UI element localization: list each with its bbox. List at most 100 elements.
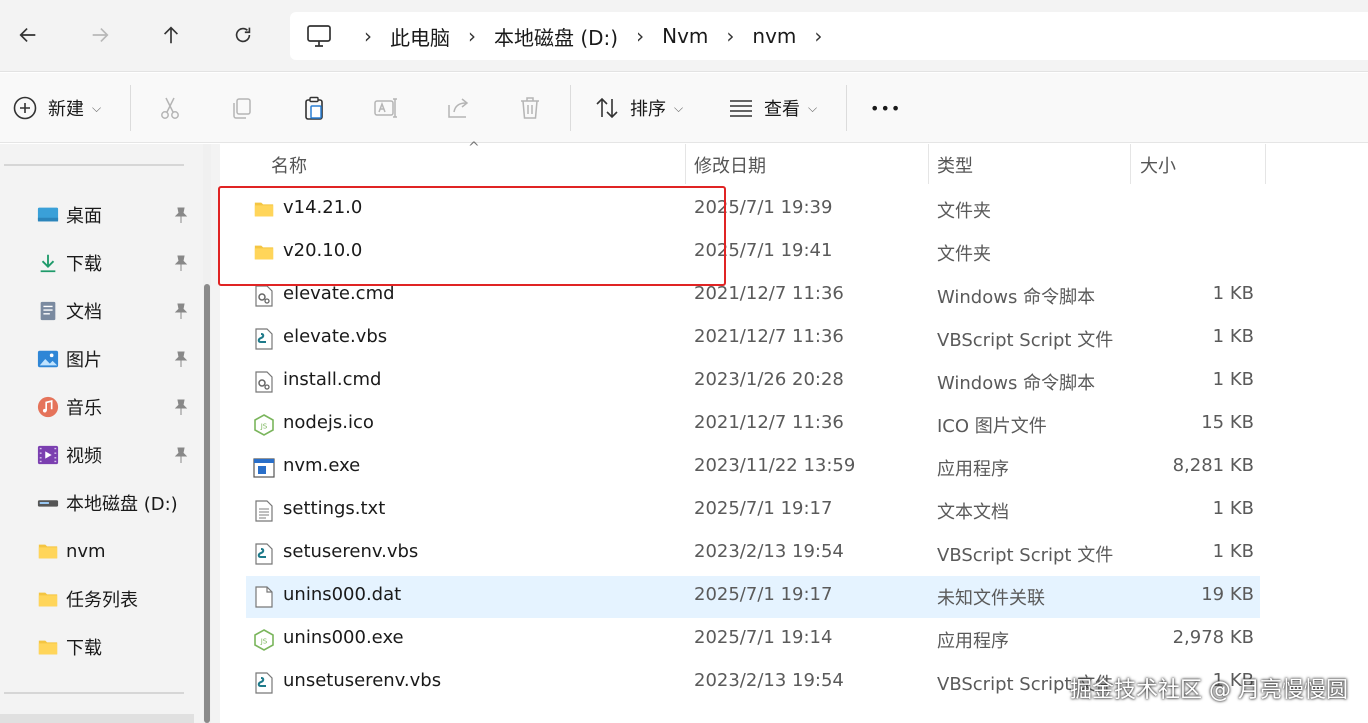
column-header-size[interactable]: 大小 [1140,152,1176,178]
blank-file-icon [252,585,276,609]
file-row[interactable]: elevate.vbs 2021/12/7 11:36 VBScript Scrip… [246,318,1260,360]
forward-button[interactable] [84,18,116,52]
column-divider[interactable] [685,144,686,184]
pin-icon[interactable] [172,446,190,464]
vbs-script-icon [252,671,276,695]
sidebar-item[interactable]: nvm [36,536,196,566]
scissors-icon [161,97,179,119]
sidebar-item-label: 任务列表 [66,590,138,611]
file-row[interactable]: setuserenv.vbs 2023/2/13 19:54 VBScript Sc… [246,533,1260,575]
file-type: ICO 图片文件 [937,416,1047,437]
file-type: Windows 命令脚本 [937,287,1096,308]
chevron-right-icon[interactable]: › [708,24,752,48]
delete-button[interactable] [517,91,543,125]
sort-button[interactable]: 排序 ⌵ [594,91,683,125]
sidebar-item[interactable]: 图片 [36,344,196,374]
copy-button[interactable] [229,91,255,125]
file-modified-date: 2023/2/13 19:54 [694,670,844,691]
chevron-right-icon[interactable]: › [346,24,390,48]
document-icon [36,300,60,322]
file-type: 文本文档 [937,502,1009,523]
file-type: 应用程序 [937,631,1009,652]
address-bar[interactable]: › 此电脑 › 本地磁盘 (D:) › Nvm › nvm › [290,12,1368,60]
pin-icon[interactable] [172,254,190,272]
breadcrumb-nvm-parent[interactable]: Nvm [662,24,708,48]
sidebar-item[interactable]: 下载 [36,632,196,662]
up-button[interactable] [155,18,187,52]
file-modified-date: 2021/12/7 11:36 [694,412,844,433]
pin-icon[interactable] [172,206,190,224]
command-bar: 新建 ⌵ 排序 ⌵ 查看 ⌵ ••• [0,73,1368,143]
breadcrumb-nvm[interactable]: nvm [752,24,796,48]
pin-icon[interactable] [172,302,190,320]
pin-icon[interactable] [172,398,190,416]
share-icon [448,98,469,118]
sidebar-item[interactable]: 桌面 [36,200,196,230]
back-button[interactable] [12,18,44,52]
view-button[interactable]: 查看 ⌵ [728,91,817,125]
file-row[interactable]: v14.21.0 2025/7/1 19:39 文件夹 [246,189,1260,231]
file-row[interactable]: v20.10.0 2025/7/1 19:41 文件夹 [246,232,1260,274]
rename-icon [374,98,397,118]
file-modified-date: 2025/7/1 19:17 [694,584,833,605]
scrollbar-thumb[interactable] [204,284,210,723]
file-modified-date: 2025/7/1 19:39 [694,197,833,218]
sidebar-divider [4,164,184,166]
share-button[interactable] [445,91,471,125]
chevron-right-icon[interactable]: › [618,24,662,48]
rename-button[interactable] [373,91,399,125]
paste-button[interactable] [301,91,327,125]
chevron-down-icon: ⌵ [92,100,102,115]
list-view-icon [730,100,752,117]
column-divider[interactable] [928,144,929,184]
column-header-name[interactable]: 名称 [271,152,307,178]
file-size: 1 KB [1212,283,1254,304]
new-button[interactable]: 新建 ⌵ [12,91,101,125]
refresh-button[interactable] [227,18,259,52]
file-row[interactable]: install.cmd 2023/1/26 20:28 Windows 命令脚本 1 … [246,361,1260,403]
svg-text:JS: JS [260,423,268,431]
horizontal-scrollbar[interactable] [0,714,194,723]
file-modified-date: 2023/11/22 13:59 [694,455,856,476]
file-name: install.cmd [283,369,382,390]
sidebar-item-label: 桌面 [66,206,102,227]
sidebar-item[interactable]: 任务列表 [36,584,196,614]
arrow-left-icon [19,27,36,43]
chevron-right-icon[interactable]: › [796,24,840,48]
file-modified-date: 2025/7/1 19:14 [694,627,833,648]
pin-icon[interactable] [172,350,190,368]
column-header-date[interactable]: 修改日期 [694,152,766,178]
sidebar-item[interactable]: 下载 [36,248,196,278]
more-options-button[interactable]: ••• [870,91,901,125]
svg-text:JS: JS [260,638,268,646]
arrow-right-icon [92,27,109,43]
sidebar-scrollbar[interactable] [203,144,211,723]
file-row[interactable]: settings.txt 2025/7/1 19:17 文本文档 1 KB [246,490,1260,532]
column-divider[interactable] [1265,144,1266,184]
music-icon [36,396,60,418]
file-row[interactable]: JS nodejs.ico 2021/12/7 11:36 ICO 图片文件 15 KB [246,404,1260,446]
breadcrumb-this-pc[interactable]: 此电脑 [390,22,450,51]
text-file-icon [252,499,276,523]
file-size: 1 KB [1212,541,1254,562]
sidebar-item[interactable]: 文档 [36,296,196,326]
column-divider[interactable] [1130,144,1131,184]
sidebar-item[interactable]: 视频 [36,440,196,470]
file-name: unins000.exe [283,627,404,648]
column-header-type[interactable]: 类型 [937,152,973,178]
sidebar-item[interactable]: 本地磁盘 (D:) [36,488,196,518]
navigation-bar: › 此电脑 › 本地磁盘 (D:) › Nvm › nvm › [0,0,1368,72]
file-row[interactable]: JS unins000.exe 2025/7/1 19:14 应用程序 2,978 KB [246,619,1260,661]
file-row[interactable]: elevate.cmd 2021/12/7 11:36 Windows 命令脚本 1 … [246,275,1260,317]
breadcrumb-drive-d[interactable]: 本地磁盘 (D:) [494,22,618,51]
file-size: 1 KB [1212,498,1254,519]
folder-icon [36,636,60,658]
file-row[interactable]: unins000.dat 2025/7/1 19:17 未知文件关联 19 KB [246,576,1260,618]
sidebar-item[interactable]: 音乐 [36,392,196,422]
sort-label: 排序 [630,99,666,120]
chevron-right-icon[interactable]: › [450,24,494,48]
file-row[interactable]: nvm.exe 2023/11/22 13:59 应用程序 8,281 KB [246,447,1260,489]
cut-button[interactable] [157,91,183,125]
copy-icon [233,98,251,119]
plus-circle-icon [13,96,37,120]
